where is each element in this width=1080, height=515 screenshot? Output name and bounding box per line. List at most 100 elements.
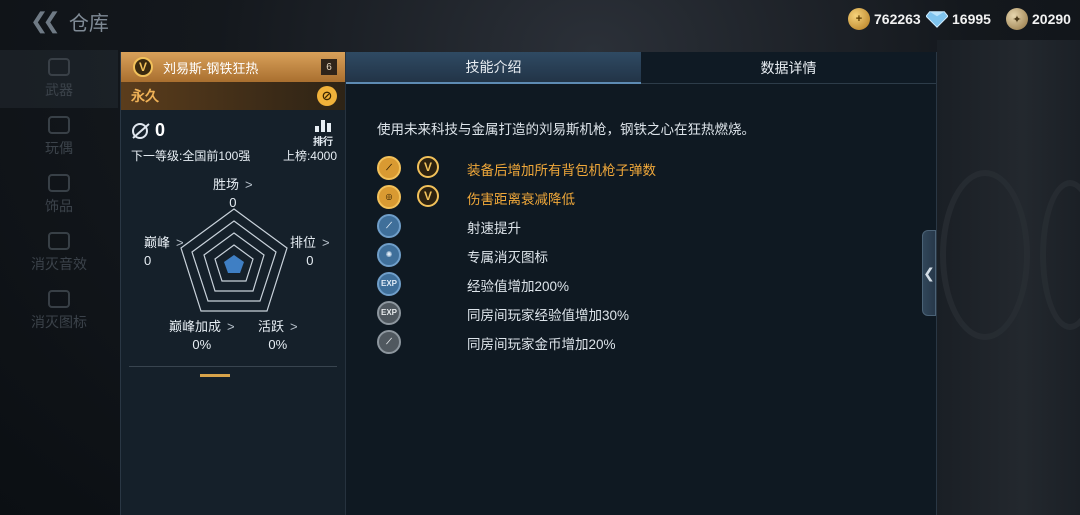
on-board-text: 上榜:4000 <box>282 149 337 163</box>
currency-honor[interactable]: ✦ 20290 <box>1006 8 1071 30</box>
weapon-title-bar: V 刘易斯-钢铁狂热 6 <box>121 52 345 82</box>
radar-chart: 胜场 > 0 排位 > 0 巅峰 > 0 巅峰加成 > 0% 活跃 > 0% <box>121 170 346 352</box>
currency-gold-value: 762263 <box>874 11 921 27</box>
stat-peak[interactable]: 巅峰 > 0 <box>144 232 184 268</box>
weapon-detail-panel: V 刘易斯-钢铁狂热 6 永久 ⊘ 0 排行 下一等级:全国前100强 上榜:4… <box>120 52 937 515</box>
chevron-right-icon: > <box>176 235 184 250</box>
stat-rank-value: 0 <box>306 253 314 268</box>
stat-peak-value: 0 <box>144 253 152 268</box>
diamond-icon <box>926 8 948 30</box>
vip-badge-icon: V <box>417 185 439 207</box>
gun-icon <box>48 58 70 76</box>
chevron-right-icon: > <box>227 319 235 334</box>
vip-badge-icon: V <box>417 156 439 178</box>
weapon-level-badge: 6 <box>321 59 337 75</box>
skill-row: ⟋ V 装备后增加所有背包机枪子弹数 <box>377 153 656 182</box>
tab-data-details[interactable]: 数据详情 <box>641 52 936 84</box>
side-nav: 武器 玩偶 饰品 消灭音效 消灭图标 <box>0 50 118 340</box>
side-nav-label: 消灭图标 <box>31 314 87 330</box>
stat-peak-bonus-value: 0% <box>192 337 212 352</box>
skill-text: 射速提升 <box>467 221 521 236</box>
currency-gold[interactable]: + 762263 <box>848 8 921 30</box>
weapon-name: 刘易斯-钢铁狂热 <box>163 60 259 76</box>
exp-icon: EXP <box>377 271 401 296</box>
chevron-right-icon: > <box>245 177 253 192</box>
ranking-button[interactable]: 排行 <box>309 118 337 148</box>
stat-rank-label: 排位 <box>290 235 317 250</box>
room-exp-icon: EXP <box>377 300 401 325</box>
weapon-description: 使用未来科技与金属打造的刘易斯机枪，钢铁之心在狂热燃烧。 <box>377 122 755 137</box>
skill-text: 专属消灭图标 <box>467 250 548 265</box>
background-target-ring <box>940 170 1030 340</box>
side-nav-label: 饰品 <box>45 198 73 214</box>
side-nav-item-weapons[interactable]: 武器 <box>0 50 118 108</box>
vip-badge-icon: V <box>133 57 153 77</box>
side-nav-item-kill-sound[interactable]: 消灭音效 <box>0 224 118 282</box>
room-gold-icon: ⟋ <box>377 329 401 354</box>
skill-text: 装备后增加所有背包机枪子弹数 <box>467 163 656 178</box>
weapon-duration: 永久 <box>131 88 159 104</box>
side-nav-item-accessories[interactable]: 饰品 <box>0 166 118 224</box>
stat-win-label: 胜场 <box>213 177 240 192</box>
tab-label: 技能介绍 <box>465 59 522 75</box>
double-chevron-left-icon: ❮❮ <box>30 8 61 33</box>
sound-icon <box>48 232 70 250</box>
skill-text: 同房间玩家金币增加20% <box>467 337 616 352</box>
bullet-upgrade-icon: ⟋ <box>377 155 401 180</box>
stat-active-label: 活跃 <box>258 319 285 334</box>
stat-active[interactable]: 活跃 > 0% <box>258 316 298 352</box>
back-button[interactable]: ❮❮ 仓库 <box>30 6 109 36</box>
doll-icon <box>48 116 70 134</box>
top-bar: ❮❮ 仓库 + 762263 16995 ✦ 20290 <box>0 0 1080 40</box>
side-nav-item-dolls[interactable]: 玩偶 <box>0 108 118 166</box>
fire-rate-icon: ⟋ <box>377 213 401 238</box>
chevron-left-icon: ❮ <box>923 264 935 281</box>
gold-coin-plus-icon: + <box>848 8 870 30</box>
chevron-right-icon: > <box>322 235 330 250</box>
honor-coin-icon: ✦ <box>1006 8 1028 30</box>
range-target-icon: ◎ <box>377 184 401 209</box>
chevron-right-icon: > <box>290 319 298 334</box>
skill-row: ◎ V 伤害距离衰减降低 <box>377 182 575 211</box>
skill-row: ⟋ 同房间玩家金币增加20% <box>377 327 616 356</box>
skill-text: 同房间玩家经验值增加30% <box>467 308 630 323</box>
stat-active-value: 0% <box>268 337 288 352</box>
collapse-panel-button[interactable]: ❮ <box>922 230 936 316</box>
tab-skill-intro[interactable]: 技能介绍 <box>346 52 641 84</box>
side-nav-label: 消灭音效 <box>31 256 87 272</box>
stat-win[interactable]: 胜场 > 0 <box>213 174 253 210</box>
detail-tabs: 技能介绍 数据详情 <box>346 52 936 84</box>
side-nav-label: 玩偶 <box>45 140 73 156</box>
skill-row: EXP 经验值增加200% <box>377 269 569 298</box>
skill-text: 经验值增加200% <box>467 279 570 294</box>
page-title: 仓库 <box>68 12 109 35</box>
skill-row: ⟋ 射速提升 <box>377 211 521 240</box>
skill-text: 伤害距离衰减降低 <box>467 192 575 207</box>
skill-row: EXP 同房间玩家经验值增加30% <box>377 298 629 327</box>
ranking-bars-icon <box>315 120 331 132</box>
stat-peak-bonus-label: 巅峰加成 <box>169 319 222 334</box>
weapon-duration-bar: 永久 ⊘ <box>121 82 345 110</box>
stat-win-value: 0 <box>229 195 237 210</box>
wings-icon <box>48 290 70 308</box>
stat-rank[interactable]: 排位 > 0 <box>290 232 330 268</box>
weapon-info-column: V 刘易斯-钢铁狂热 6 永久 ⊘ 0 排行 下一等级:全国前100强 上榜:4… <box>121 52 346 515</box>
stat-peak-bonus[interactable]: 巅峰加成 > 0% <box>169 316 235 352</box>
stat-peak-label: 巅峰 <box>144 235 171 250</box>
tab-label: 数据详情 <box>760 59 817 76</box>
currency-diamond[interactable]: 16995 <box>926 8 991 30</box>
skill-list: ⟋ V 装备后增加所有背包机枪子弹数 ◎ V 伤害距离衰减降低 ⟋ 射速提升 ✺… <box>377 153 656 356</box>
side-nav-item-kill-icon[interactable]: 消灭图标 <box>0 282 118 340</box>
kill-icon-emblem: ✺ <box>377 242 401 267</box>
ranking-label: 排行 <box>313 137 333 148</box>
forbidden-icon[interactable]: ⊘ <box>317 86 337 106</box>
skill-row: ✺ 专属消灭图标 <box>377 240 548 269</box>
accessory-icon <box>48 174 70 192</box>
currency-honor-value: 20290 <box>1032 11 1071 27</box>
page-indicator <box>200 374 230 377</box>
divider <box>129 366 337 367</box>
kill-rank-icon <box>132 123 150 139</box>
next-level-text: 下一等级:全国前100强 <box>131 149 251 163</box>
rank-value: 0 <box>155 120 166 140</box>
currency-diamond-value: 16995 <box>952 11 991 27</box>
